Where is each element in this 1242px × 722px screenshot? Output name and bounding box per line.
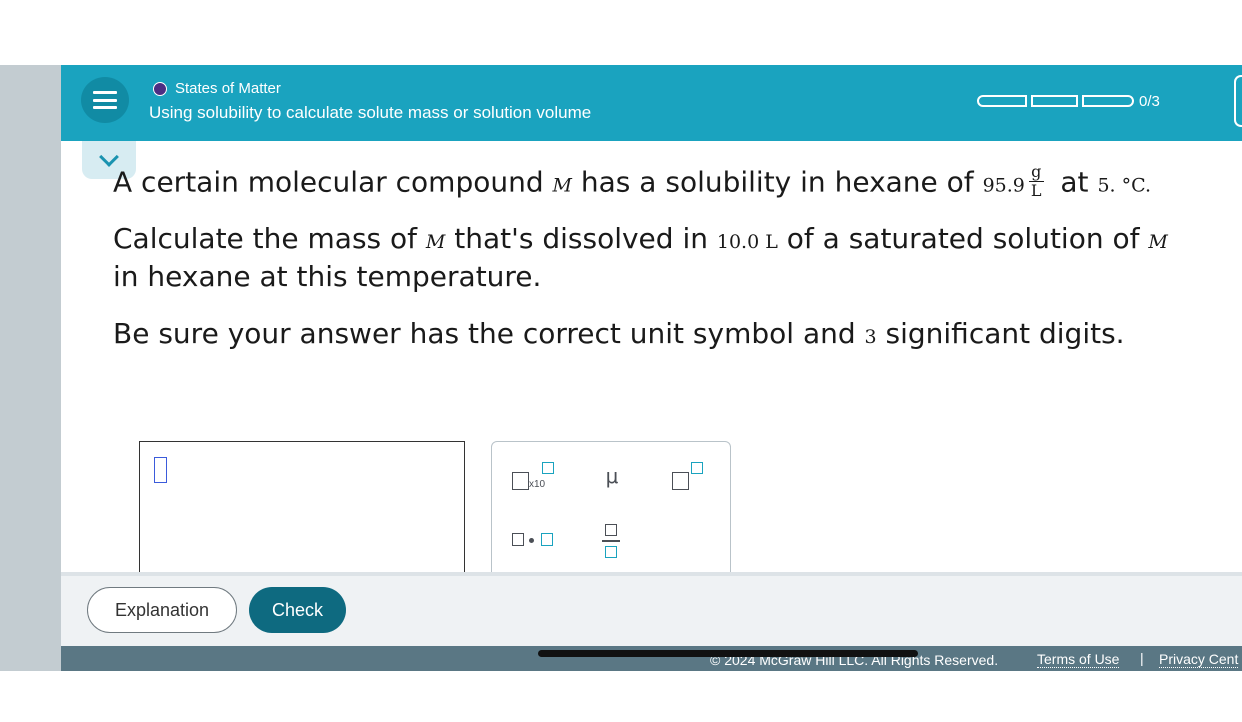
volume-value: 10.0 L (716, 231, 778, 253)
compound-symbol: M (425, 231, 446, 253)
denominator-box-icon (605, 546, 617, 558)
superscript-button[interactable] (672, 462, 706, 494)
exponent-box-icon (691, 462, 703, 474)
privacy-link[interactable]: Privacy Cent (1159, 651, 1239, 668)
question-line-1: A certain molecular compound M has a sol… (113, 163, 1152, 202)
lesson-subtitle: Using solubility to calculate solute mas… (149, 103, 592, 122)
dot-icon (529, 538, 534, 543)
question-text: Be sure your answer has the correct unit… (113, 317, 865, 350)
temperature-value: 5. °C. (1097, 174, 1152, 197)
chevron-down-icon (99, 147, 119, 167)
menu-button[interactable] (81, 77, 129, 123)
question-text: of a saturated solution of (777, 222, 1149, 255)
scientific-notation-button[interactable]: x10 (512, 462, 562, 494)
question-text: at (1051, 165, 1098, 199)
question-line-2: Calculate the mass of M that's dissolved… (113, 222, 1168, 255)
solubility-value: 95.9 (982, 174, 1025, 197)
question-line-4: Be sure your answer has the correct unit… (113, 317, 1125, 350)
progress-segment (1031, 95, 1078, 107)
placeholder-box-icon (512, 472, 529, 490)
question-text: A certain molecular compound (113, 165, 553, 199)
input-cursor (154, 457, 167, 483)
base-box-icon (672, 472, 689, 490)
topic-dot-icon (153, 82, 167, 96)
unit-numerator: g (1028, 163, 1044, 182)
unit-denominator: L (1030, 181, 1042, 200)
fraction-bar-icon (602, 540, 620, 542)
compound-symbol: M (1148, 231, 1168, 253)
terms-of-use-link[interactable]: Terms of Use (1037, 651, 1120, 668)
exponent-box-icon (542, 462, 554, 474)
topic-title: States of Matter (175, 80, 281, 97)
check-button[interactable]: Check (249, 587, 346, 633)
question-text: significant digits. (876, 317, 1125, 350)
question-text: Calculate the mass of (113, 222, 426, 255)
scroll-indicator[interactable] (538, 650, 918, 657)
compound-symbol: M (552, 174, 572, 197)
header-bar: States of Matter Using solubility to cal… (61, 65, 1242, 141)
unit-fraction: gL (1028, 163, 1044, 200)
numerator-box-icon (605, 524, 617, 536)
multiply-dot-button[interactable] (512, 530, 558, 550)
progress-segment (1082, 95, 1134, 107)
right-box-icon (541, 533, 553, 546)
x10-label: x10 (529, 479, 546, 490)
header-right-button[interactable] (1234, 75, 1242, 127)
fraction-button[interactable] (602, 522, 622, 562)
question-line-3: in hexane at this temperature. (113, 260, 542, 293)
progress-bar (977, 95, 1134, 107)
explanation-button[interactable]: Explanation (87, 587, 237, 633)
app-window: States of Matter Using solubility to cal… (0, 65, 1242, 671)
hamburger-icon (93, 91, 117, 109)
micro-symbol-button[interactable]: μ (600, 464, 624, 492)
action-footer (61, 572, 1242, 650)
question-text: that's dissolved in (445, 222, 717, 255)
left-gutter (0, 65, 61, 671)
progress-segment (977, 95, 1027, 107)
progress-count: 0/3 (1139, 93, 1160, 110)
left-box-icon (512, 533, 524, 546)
footer-separator: | (1140, 650, 1144, 666)
question-text: has a solubility in hexane of (572, 165, 983, 199)
sig-digits-value: 3 (864, 326, 877, 348)
